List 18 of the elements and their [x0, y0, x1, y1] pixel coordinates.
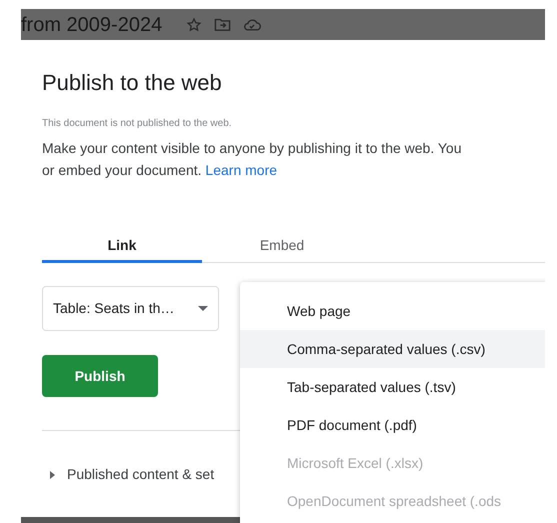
tab[interactable]: Embed — [202, 230, 362, 263]
dropdown-caret-icon — [198, 306, 208, 311]
publish-button[interactable]: Publish — [42, 355, 158, 397]
menu-item[interactable]: Comma-separated values (.csv) — [240, 330, 545, 368]
publish-status: This document is not published to the web. — [42, 117, 233, 131]
folder-icon[interactable] — [214, 17, 232, 32]
published-content-toggle[interactable]: Published content & set — [42, 464, 214, 485]
menu-item[interactable]: PDF document (.pdf) — [240, 406, 545, 444]
menu-item[interactable]: Web page — [240, 292, 545, 330]
sheet-select[interactable]: Table: Seats in th… — [42, 286, 219, 331]
menu-item[interactable]: Tab-separated values (.tsv) — [240, 368, 545, 406]
cloud-check-icon[interactable] — [243, 18, 262, 32]
tab[interactable]: Link — [42, 230, 202, 263]
star-icon[interactable] — [186, 16, 202, 32]
description: Make your content visible to anyone by publishing it to the web. You or embed your document. Learn more — [42, 139, 462, 180]
document-title: from 2009-2024 — [21, 12, 162, 38]
dialog-title: Publish to the web — [42, 69, 223, 97]
learn-more-link[interactable]: Learn more — [205, 162, 278, 178]
